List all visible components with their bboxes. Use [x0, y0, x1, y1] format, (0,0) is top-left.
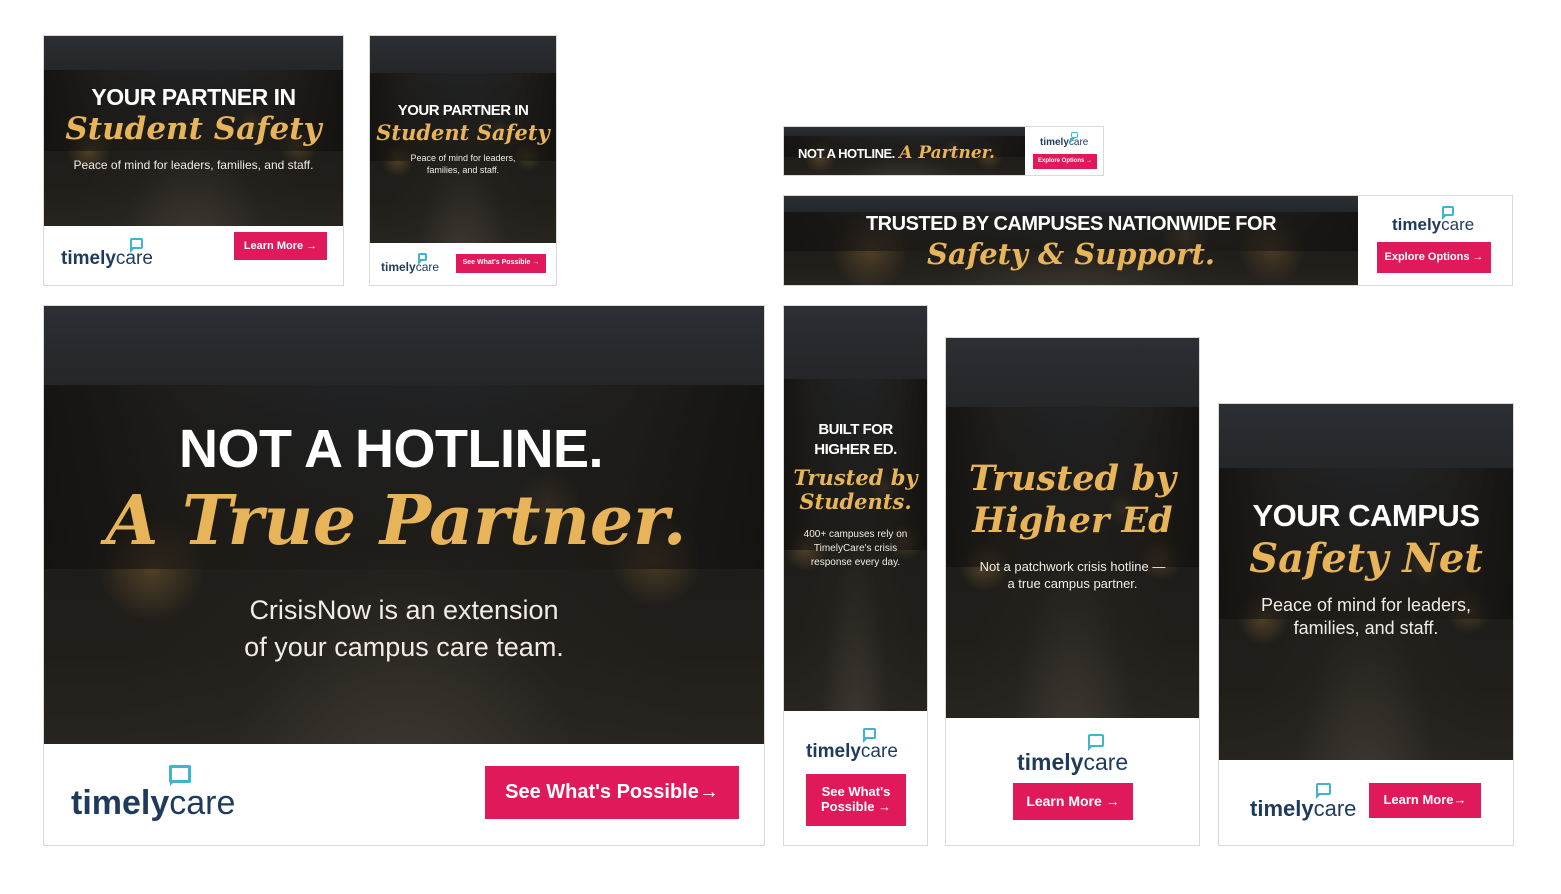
headline-gold-1: Trusted by	[969, 458, 1176, 499]
timelycare-logo[interactable]: timelycare	[61, 238, 153, 269]
ad-295x442[interactable]: YOUR CAMPUS Safety Net Peace of mind for…	[1218, 403, 1514, 846]
subtext: Peace of mind for leaders, families, and…	[73, 158, 314, 172]
chat-bubble-icon	[418, 253, 427, 265]
headline-white: YOUR CAMPUS	[1252, 498, 1480, 533]
logo-text-timely: timely	[806, 741, 861, 762]
ad-254x508[interactable]: Trusted by Higher Ed Not a patchwork cri…	[945, 337, 1200, 846]
headline-white: YOUR PARTNER IN	[91, 84, 296, 110]
headline-gold: A Partner.	[899, 143, 995, 163]
ad-copy: YOUR CAMPUS Safety Net Peace of mind for…	[1219, 498, 1513, 640]
logo-text-care: care	[1313, 796, 1357, 821]
headline-gold: Student Safety	[65, 111, 322, 147]
ad-copy: YOUR PARTNER IN Student Safety Peace of …	[370, 102, 556, 176]
ad-footer: timelycare Learn More →	[946, 718, 1199, 845]
headline-gold: A True Partner.	[105, 481, 687, 561]
ad-copy: YOUR PARTNER IN Student Safety Peace of …	[44, 84, 343, 172]
subtext-line-1: CrisisNow is an extension	[249, 595, 559, 625]
logo-text-timely: timely	[1040, 137, 1069, 148]
ad-copy: NOT A HOTLINE. A True Partner. CrisisNow…	[44, 420, 764, 666]
timelycare-logo[interactable]: timelycare	[1017, 734, 1129, 775]
logo-text-timely: timely	[1250, 796, 1314, 821]
subtext-line-1: Peace of mind for leaders,	[1260, 595, 1472, 615]
subtext: Peace of mind for leaders, families, and…	[410, 153, 516, 175]
learn-more-button[interactable]: Learn More→	[1369, 783, 1481, 818]
logo-text-timely: timely	[1392, 215, 1442, 234]
subtext-line-2: families, and staff.	[1293, 618, 1439, 638]
ad-copy: Trusted by Higher Ed Not a patchwork cri…	[946, 458, 1199, 592]
timelycare-logo[interactable]: timelycare	[806, 728, 898, 762]
ad-large-720x540[interactable]: NOT A HOTLINE. A True Partner. CrisisNow…	[43, 305, 765, 846]
logo-text-care: care	[169, 784, 236, 822]
headline-gold-2: Students.	[799, 489, 912, 514]
ad-300x250[interactable]: YOUR PARTNER IN Student Safety Peace of …	[43, 35, 344, 286]
subtext: 400+ campuses rely on TimelyCare's crisi…	[803, 529, 908, 568]
see-whats-possible-button[interactable]: See What's Possible →	[456, 254, 546, 273]
see-whats-possible-button[interactable]: See What's Possible→	[485, 766, 739, 819]
logo-text-timely: timely	[381, 260, 416, 274]
explore-options-button[interactable]: Explore Options →	[1377, 242, 1491, 273]
subtext-line-1: Not a patchwork crisis hotline —	[979, 559, 1166, 574]
headline-gold: Safety Net	[1249, 535, 1483, 582]
chat-bubble-icon	[863, 728, 876, 743]
headline-white: YOUR PARTNER IN	[397, 102, 529, 119]
headline-gold: Student Safety	[376, 120, 550, 145]
subtext-line-2: of your campus care team.	[244, 632, 564, 662]
ad-320x50[interactable]: NOT A HOTLINE. A Partner. timelycare Exp…	[783, 126, 1104, 176]
headline-white-1: BUILT FOR	[818, 421, 893, 438]
logo-text-timely: timely	[71, 784, 170, 822]
ad-footer: timelycare See What's Possible →	[370, 243, 556, 285]
ad-skyscraper-144x540[interactable]: BUILT FOR HIGHER ED. Trusted by Students…	[783, 305, 928, 846]
timelycare-logo[interactable]: timelycare	[1392, 206, 1474, 234]
ad-728x90[interactable]: TRUSTED BY CAMPUSES NATIONWIDE FOR Safet…	[783, 195, 1513, 286]
headline-white-2: HIGHER ED.	[814, 441, 897, 458]
logo-text-timely: timely	[61, 248, 116, 269]
timelycare-logo[interactable]: timelycare	[381, 253, 439, 274]
explore-options-button[interactable]: Explore Options →	[1033, 154, 1097, 169]
headline-gold-2: Higher Ed	[972, 500, 1173, 541]
see-whats-possible-button[interactable]: See What's Possible →	[806, 774, 906, 826]
headline-white: NOT A HOTLINE.	[179, 419, 603, 479]
headline-gold-1: Trusted by	[793, 465, 918, 490]
chat-bubble-icon	[1070, 132, 1078, 143]
timelycare-logo[interactable]: timelycare	[1040, 132, 1088, 148]
chat-bubble-icon	[1316, 783, 1331, 799]
ad-footer: timelycare See What's Possible→	[44, 744, 764, 845]
timelycare-logo[interactable]: timelycare	[71, 765, 236, 822]
headline-white: NOT A HOTLINE.	[798, 146, 895, 161]
ad-copy: BUILT FOR HIGHER ED. Trusted by Students…	[784, 420, 927, 570]
logo-text-care: care	[860, 741, 898, 762]
chat-bubble-icon	[169, 765, 191, 786]
headline-white: TRUSTED BY CAMPUSES NATIONWIDE FOR	[865, 213, 1277, 235]
headline-gold: Safety & Support.	[927, 237, 1215, 271]
ad-footer: timelycare See What's Possible →	[784, 711, 927, 845]
ad-188x250[interactable]: YOUR PARTNER IN Student Safety Peace of …	[369, 35, 557, 286]
ad-copy: NOT A HOTLINE. A Partner.	[798, 143, 995, 163]
logo-text-care: care	[1083, 749, 1129, 775]
ad-footer: timelycare Learn More→	[1219, 760, 1513, 845]
learn-more-button[interactable]: Learn More →	[1013, 783, 1133, 820]
chat-bubble-icon	[1442, 206, 1454, 220]
chat-bubble-icon	[1088, 734, 1104, 751]
logo-text-timely: timely	[1017, 749, 1084, 775]
subtext-line-2: a true campus partner.	[1007, 576, 1138, 591]
timelycare-logo[interactable]: timelycare	[1250, 783, 1357, 821]
ad-footer: timelycare Learn More →	[44, 226, 343, 285]
learn-more-button[interactable]: Learn More →	[234, 232, 327, 260]
ad-copy: TRUSTED BY CAMPUSES NATIONWIDE FOR Safet…	[784, 212, 1358, 272]
chat-bubble-icon	[130, 238, 143, 253]
